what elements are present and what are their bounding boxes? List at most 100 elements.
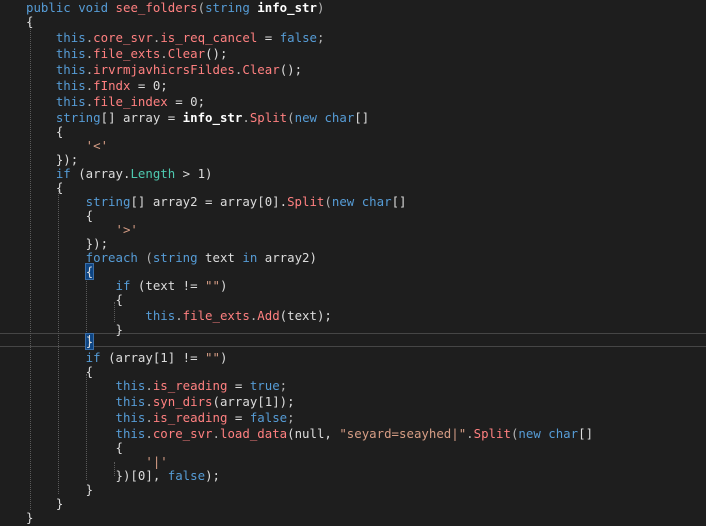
code-token: this [26,394,146,409]
code-token: new char [331,194,392,209]
code-token: = [227,378,250,393]
code-token: file_exts [182,308,250,323]
code-line: this.fIndx = 0; [0,78,706,94]
code-token: file_index [93,94,168,109]
code-token: . [175,308,183,323]
code-token: core_svr [152,426,213,441]
code-token: Split [287,194,325,209]
code-token: in [242,250,265,265]
code-text: } [26,333,95,350]
code-token: (); [205,46,228,61]
code-token: "" [205,278,220,293]
code-token: [] [354,110,370,125]
code-token: false [249,410,288,425]
code-token: "seyard=seayhed|" [339,426,467,441]
code-token: . [466,426,474,441]
code-token: this [26,308,176,323]
code-text: this.fIndx = 0; [26,78,168,94]
code-token: if [26,278,138,293]
code-text: this.syn_dirs(array[1]); [26,394,295,410]
code-token: this [26,426,146,441]
code-token: foreach [26,250,146,265]
code-token: new char [294,110,355,125]
code-token: ; [317,30,325,45]
code-token: ( [197,0,206,15]
code-editor[interactable]: public void see_folders(string info_str)… [0,0,706,525]
code-token: file_exts [93,46,161,61]
code-line: this.is_reading = true; [0,378,706,394]
code-token: Add [257,308,280,323]
code-token: Clear [167,46,206,61]
code-token: core_svr [93,30,153,45]
code-token: } [26,496,64,511]
code-token: . [145,394,153,409]
code-token: Split [473,426,511,441]
code-token: this [26,94,86,109]
code-line: this.file_index = 0; [0,94,706,110]
code-token: '|' [26,454,168,469]
code-token: ; [287,410,295,425]
code-token: string [26,110,101,125]
code-token: this [26,78,86,93]
code-token: { [26,440,123,455]
code-line: { [0,14,706,30]
code-token: see_folders [115,0,198,15]
code-token: '<' [26,138,109,153]
code-text: { [26,292,123,308]
code-token: (); [279,62,303,77]
code-token: ( [145,250,153,265]
code-token: > 1) [175,166,213,181]
code-token: public void [26,0,116,15]
code-token: Clear [242,62,280,77]
code-token: ) [219,350,228,365]
code-token: [] array2 = array[0]. [130,194,288,209]
code-line: this.file_exts.Clear(); [0,46,706,62]
code-token: [] [391,194,407,209]
code-line: } [0,333,706,350]
code-line: this.syn_dirs(array[1]); [0,394,706,410]
code-token: } [26,482,94,497]
code-token: } [26,510,34,525]
code-token: fIndx [93,78,131,93]
matched-brace: { [84,263,95,280]
code-token: { [26,180,64,195]
code-text: this.file_index = 0; [26,94,205,110]
code-token: }); [26,152,79,167]
code-token: { [26,364,94,379]
code-token: = [257,30,280,45]
code-token: }); [26,236,109,251]
code-token: = [227,410,250,425]
code-token: text [205,250,243,265]
code-token: ) [316,0,325,15]
code-token: (text != [137,278,206,293]
code-text: this.is_reading = false; [26,410,295,426]
code-token: irvrmjavhicrsFildes [93,62,235,77]
code-token: this [26,62,86,77]
code-token: . [145,410,153,425]
code-token: . [242,110,250,125]
code-token: '>' [26,222,138,237]
code-token: ) [219,278,228,293]
code-token: string [205,0,258,15]
code-token: if [26,350,109,365]
code-token: this [26,30,86,45]
code-token: . [145,426,153,441]
code-token: (text); [279,308,332,323]
code-token: this [26,378,146,393]
code-token: })[0], [26,468,168,483]
code-token: = 0; [167,94,206,109]
code-token: (array[1] != [108,350,206,365]
code-token: [] [578,426,594,441]
code-line: { [0,292,706,308]
code-token: is_reading [152,410,228,425]
code-token: (array. [78,166,131,181]
code-token: string [26,194,131,209]
code-text: this.is_reading = true; [26,378,288,394]
code-token: ; [279,378,288,393]
code-token: Length [130,166,176,181]
code-token: { [26,124,64,139]
code-token: (null, [287,426,340,441]
code-text: this.file_exts.Clear(); [26,46,228,62]
